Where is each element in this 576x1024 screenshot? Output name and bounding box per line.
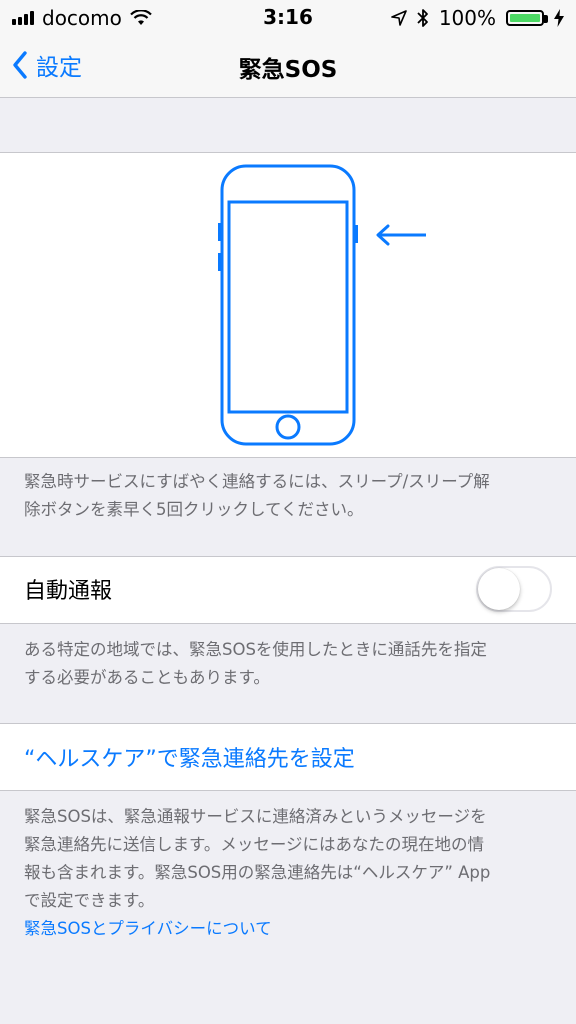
- status-bar: docomo 3:16 100%: [0, 0, 576, 36]
- charging-bolt-icon: [554, 9, 564, 27]
- illustration-description: 緊急時サービスにすばやく連絡するには、スリープ/スリープ解 除ボタンを素早く5回…: [24, 468, 554, 524]
- emergency-contacts-footer-line: 報も含まれます。緊急SOS用の緊急連絡先は“ヘルスケア” App: [24, 863, 491, 882]
- emergency-contacts-footer-line: 緊急連絡先に送信します。メッセージにはあなたの現在地の情: [24, 835, 485, 854]
- illustration-description-line: 除ボタンを素早く5回クリックしてください。: [24, 500, 364, 519]
- auto-call-footer: ある特定の地域では、緊急SOSを使用したときに通話先を指定 する必要があることも…: [24, 636, 554, 692]
- auto-call-cell: 自動通報: [0, 556, 576, 624]
- illustration-description-line: 緊急時サービスにすばやく連絡するには、スリープ/スリープ解: [24, 472, 490, 491]
- battery-icon: [506, 10, 548, 26]
- iphone-side-button-icon: [218, 164, 426, 446]
- bluetooth-icon: [417, 9, 428, 27]
- emergency-contacts-footer: 緊急SOSは、緊急通報サービスに連絡済みというメッセージを 緊急連絡先に送信しま…: [24, 803, 554, 943]
- sleep-button-illustration: [0, 152, 576, 458]
- battery-percentage: 100%: [438, 6, 496, 30]
- status-right: 100%: [391, 6, 564, 30]
- navigation-bar: 設定 緊急SOS: [0, 36, 576, 98]
- setup-emergency-contacts-link[interactable]: “ヘルスケア”で緊急連絡先を設定: [24, 741, 355, 773]
- auto-call-toggle[interactable]: [476, 566, 552, 612]
- emergency-contacts-cell[interactable]: “ヘルスケア”で緊急連絡先を設定: [0, 723, 576, 791]
- auto-call-footer-line: ある特定の地域では、緊急SOSを使用したときに通話先を指定: [24, 640, 487, 659]
- auto-call-footer-line: する必要があることもあります。: [24, 668, 270, 687]
- toggle-knob: [478, 568, 520, 610]
- privacy-link[interactable]: 緊急SOSとプライバシーについて: [24, 915, 554, 943]
- page-title: 緊急SOS: [238, 57, 338, 83]
- emergency-contacts-footer-line: で設定できます。: [24, 891, 155, 910]
- auto-call-label: 自動通報: [24, 579, 113, 604]
- emergency-contacts-footer-line: 緊急SOSは、緊急通報サービスに連絡済みというメッセージを: [24, 807, 487, 826]
- location-arrow-icon: [391, 10, 407, 26]
